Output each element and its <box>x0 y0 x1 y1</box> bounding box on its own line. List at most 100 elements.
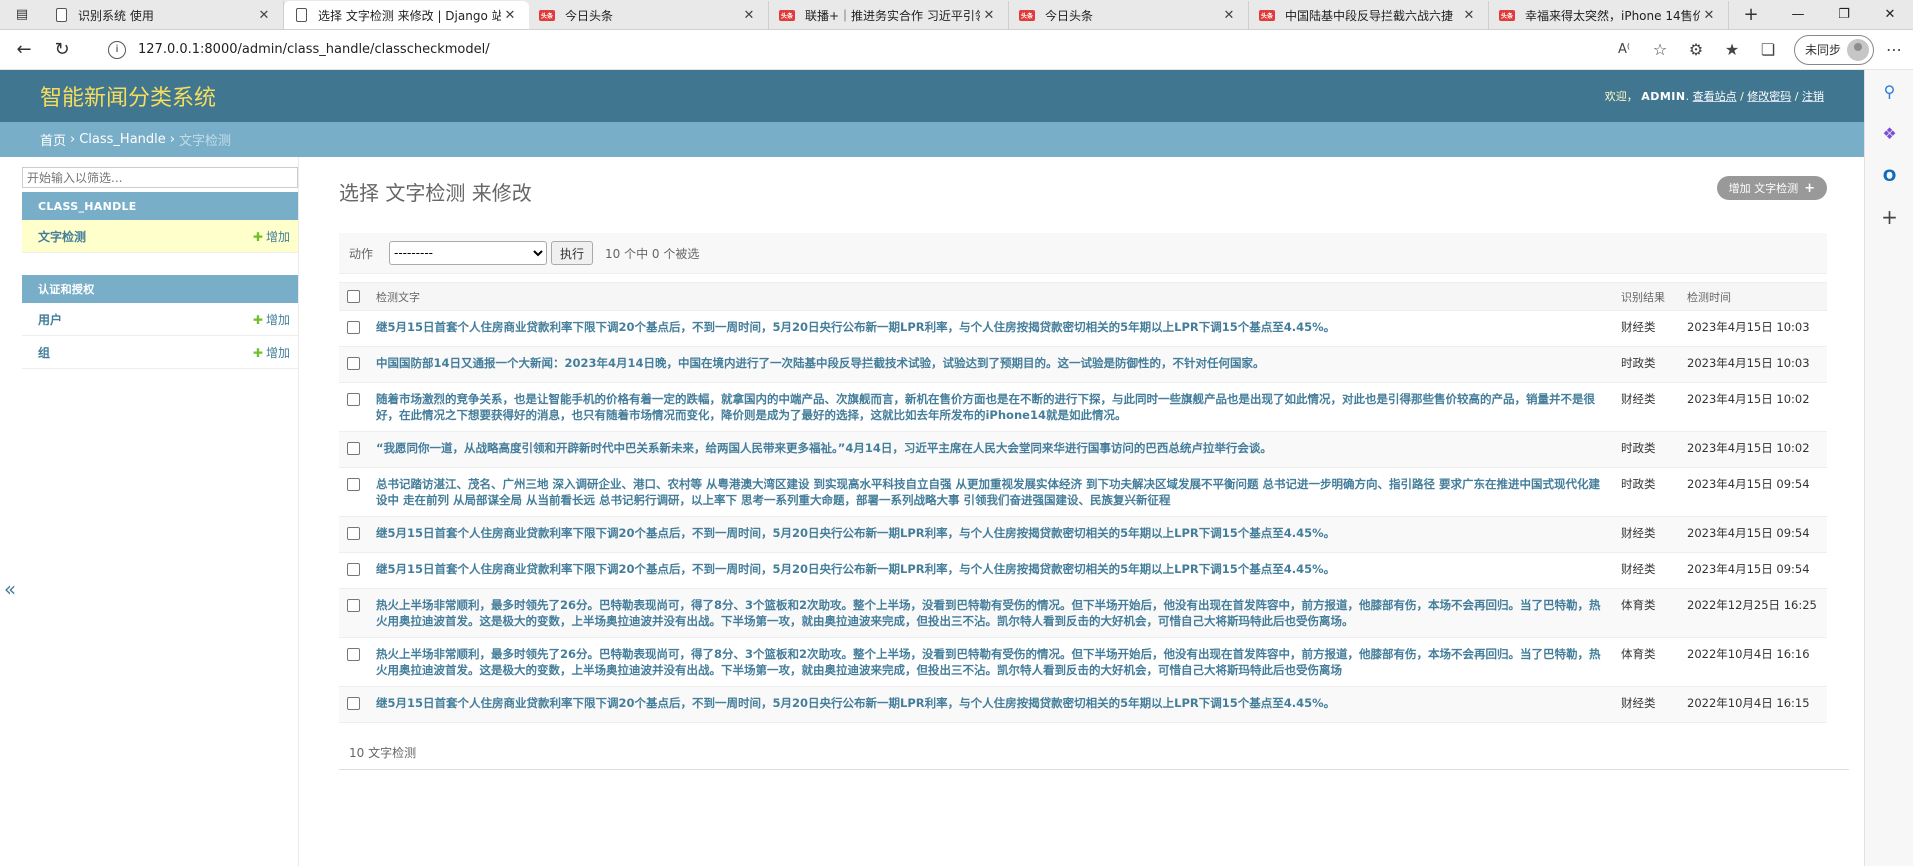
browser-tab[interactable]: 头条 联播+｜推进务实合作 习近平引领 ✕ <box>769 1 1009 29</box>
browser-tab[interactable]: 识别系统 使用 ✕ <box>44 1 284 29</box>
copilot-icon[interactable]: ❖ <box>1865 112 1913 154</box>
table-row: 继5月15日首套个人住房商业贷款利率下限下调20个基点后，不到一周时间，5月20… <box>339 310 1827 347</box>
tab-actions-icon[interactable]: ▤ <box>0 0 44 29</box>
detected-text-link[interactable]: 继5月15日首套个人住房商业贷款利率下限下调20个基点后，不到一周时间，5月20… <box>376 320 1335 334</box>
time-cell: 2022年10月4日 16:15 <box>1679 686 1827 723</box>
plus-icon: + <box>1804 180 1815 196</box>
url-box[interactable]: i 127.0.0.1:8000/admin/class_handle/clas… <box>108 34 1678 66</box>
outlook-icon[interactable]: O <box>1865 154 1913 196</box>
view-site-link[interactable]: 查看站点 <box>1693 90 1737 103</box>
row-checkbox[interactable] <box>347 442 360 455</box>
site-title[interactable]: 智能新闻分类系统 <box>40 80 216 112</box>
row-checkbox[interactable] <box>347 321 360 334</box>
detected-text-link[interactable]: “我愿同你一道，从战略高度引领和开辟新时代中巴关系新未来，给两国人民带来更多福祉… <box>376 441 1272 455</box>
detected-text-link[interactable]: 继5月15日首套个人住房商业贷款利率下限下调20个基点后，不到一周时间，5月20… <box>376 526 1335 540</box>
detected-text-link[interactable]: 继5月15日首套个人住房商业贷款利率下限下调20个基点后，不到一周时间，5月20… <box>376 562 1335 576</box>
minimize-icon[interactable]: — <box>1775 0 1821 29</box>
browser-tab[interactable]: 头条 幸福来得太突然，iPhone 14售价 ✕ <box>1489 1 1729 29</box>
result-cell: 财经类 <box>1613 382 1679 432</box>
column-header-text[interactable]: 检测文字 <box>368 282 1613 311</box>
add-button-label: 增加 文字检测 <box>1728 182 1799 195</box>
table-row: 继5月15日首套个人住房商业贷款利率下限下调20个基点后，不到一周时间，5月20… <box>339 552 1827 589</box>
more-menu-icon[interactable]: ⋯ <box>1886 40 1902 59</box>
row-checkbox[interactable] <box>347 478 360 491</box>
detected-text-link[interactable]: 继5月15日首套个人住房商业贷款利率下限下调20个基点后，不到一周时间，5月20… <box>376 696 1335 710</box>
add-text-detection-button[interactable]: 增加 文字检测 + <box>1716 176 1827 200</box>
profile-sync-button[interactable]: 未同步 <box>1794 34 1875 65</box>
url-text[interactable]: 127.0.0.1:8000/admin/class_handle/classc… <box>138 42 490 57</box>
detected-text-link[interactable]: 随着市场激烈的竞争关系，也是让智能手机的价格有着一定的跌幅，就拿国内的中端产品、… <box>376 392 1595 422</box>
favorite-add-icon[interactable]: ☆ <box>1642 40 1678 59</box>
browser-tab[interactable]: 头条 今日头条 ✕ <box>529 1 769 29</box>
separator: / <box>1791 90 1802 103</box>
site-info-icon[interactable]: i <box>108 40 126 59</box>
page-title: 选择 文字检测 来修改 <box>339 181 532 205</box>
tab-close-icon[interactable]: ✕ <box>1700 8 1718 23</box>
row-select-cell <box>339 686 368 723</box>
read-aloud-icon[interactable]: A⁽ <box>1606 42 1642 57</box>
logout-link[interactable]: 注销 <box>1802 90 1824 103</box>
sidebar-model-link[interactable]: 组 <box>38 344 50 361</box>
detected-text-link[interactable]: 中国国防部14日又通报一个大新闻：2023年4月14日晚，中国在境内进行了一次陆… <box>376 356 1265 370</box>
tab-close-icon[interactable]: ✕ <box>980 8 998 23</box>
column-header-result[interactable]: 识别结果 <box>1613 282 1679 311</box>
toggle-nav-sidebar[interactable]: « <box>0 577 20 601</box>
action-select[interactable]: --------- <box>389 241 548 265</box>
edge-sidebar: ⚲ ❖ O + <box>1864 70 1913 866</box>
close-window-icon[interactable]: ✕ <box>1867 0 1913 29</box>
row-checkbox[interactable] <box>347 393 360 406</box>
new-tab-icon[interactable]: + <box>1729 0 1773 29</box>
row-checkbox[interactable] <box>347 357 360 370</box>
tab-close-icon[interactable]: ✕ <box>501 8 519 23</box>
search-icon[interactable]: ⚲ <box>1865 70 1913 112</box>
browser-tab[interactable]: 头条 中国陆基中段反导拦截六战六捷 ✕ <box>1249 1 1489 29</box>
sidebar-model-link[interactable]: 文字检测 <box>38 228 86 245</box>
row-checkbox[interactable] <box>347 599 360 612</box>
select-all-checkbox[interactable] <box>347 289 360 303</box>
tab-close-icon[interactable]: ✕ <box>1220 8 1238 23</box>
row-select-cell <box>339 637 368 687</box>
favorites-icon[interactable]: ★ <box>1714 40 1750 59</box>
table-row: 总书记踏访湛江、茂名、广州三地 深入调研企业、港口、农村等 从粤港澳大湾区建设 … <box>339 467 1827 517</box>
time-cell: 2023年4月15日 10:02 <box>1679 431 1827 468</box>
add-label: 增加 <box>265 229 290 244</box>
add-icon: ✚ <box>252 312 263 327</box>
browser-tab[interactable]: 头条 今日头条 ✕ <box>1009 1 1249 29</box>
extensions-icon[interactable]: ⚙ <box>1678 40 1714 59</box>
sync-label: 未同步 <box>1805 43 1842 57</box>
breadcrumb-app[interactable]: Class_Handle <box>79 132 166 147</box>
app-caption[interactable]: CLASS_HANDLE <box>22 192 298 220</box>
nav-filter-input[interactable] <box>22 167 298 188</box>
window-controls: — ❐ ✕ <box>1775 0 1913 29</box>
detected-text-link[interactable]: 热火上半场非常顺利，最多时领先了26分。巴特勒表现尚可，得了8分、3个篮板和2次… <box>376 598 1601 628</box>
run-action-button[interactable]: 执行 <box>551 241 594 265</box>
tab-close-icon[interactable]: ✕ <box>1460 8 1478 23</box>
tab-close-icon[interactable]: ✕ <box>255 8 273 23</box>
add-sidebar-app-icon[interactable]: + <box>1865 196 1913 238</box>
browser-tab[interactable]: 选择 文字检测 来修改 | Django 站 ✕ <box>284 1 529 29</box>
tab-close-icon[interactable]: ✕ <box>740 8 758 23</box>
column-header-time[interactable]: 检测时间 <box>1679 282 1827 311</box>
row-checkbox[interactable] <box>347 648 360 661</box>
nav-sidebar: CLASS_HANDLE文字检测✚增加认证和授权用户✚增加组✚增加 « <box>0 157 299 866</box>
row-checkbox[interactable] <box>347 527 360 540</box>
breadcrumb-home[interactable]: 首页 <box>40 130 66 149</box>
change-password-link[interactable]: 修改密码 <box>1747 90 1791 103</box>
detected-text-link[interactable]: 热火上半场非常顺利，最多时领先了26分。巴特勒表现尚可，得了8分、3个篮板和2次… <box>376 647 1601 677</box>
detected-text-link[interactable]: 总书记踏访湛江、茂名、广州三地 深入调研企业、港口、农村等 从粤港澳大湾区建设 … <box>376 477 1600 507</box>
sidebar-add-link[interactable]: ✚ 增加 <box>253 228 290 245</box>
reload-icon[interactable]: ↻ <box>44 34 80 66</box>
restore-icon[interactable]: ❐ <box>1821 0 1867 29</box>
time-cell: 2022年12月25日 16:25 <box>1679 588 1827 638</box>
sidebar-add-link[interactable]: ✚ 增加 <box>253 344 290 361</box>
row-checkbox[interactable] <box>347 697 360 710</box>
time-cell: 2023年4月15日 09:54 <box>1679 467 1827 517</box>
sidebar-add-link[interactable]: ✚ 增加 <box>253 311 290 328</box>
sidebar-model-row: 用户 ✚ 增加 <box>22 303 298 336</box>
collections-icon[interactable]: ❏ <box>1750 40 1786 59</box>
sidebar-model-link[interactable]: 用户 <box>38 311 62 328</box>
back-arrow-icon[interactable]: ← <box>6 34 42 66</box>
app-caption[interactable]: 认证和授权 <box>22 275 298 303</box>
row-select-cell <box>339 346 368 383</box>
row-checkbox[interactable] <box>347 563 360 576</box>
